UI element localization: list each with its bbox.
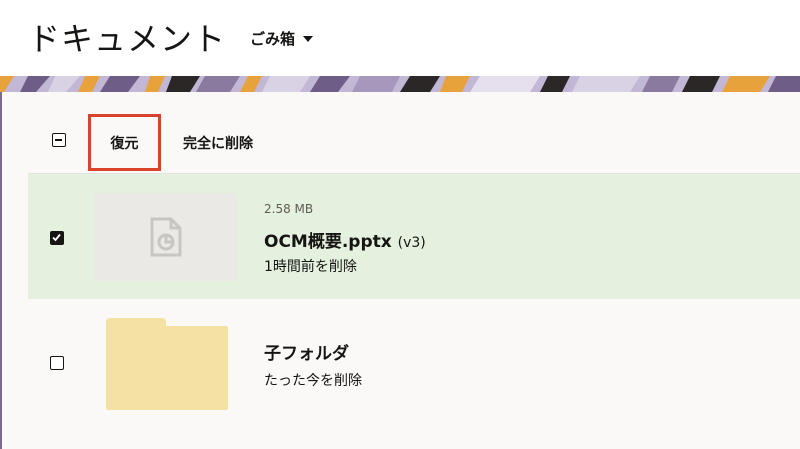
folder-selector[interactable]: ごみ箱 [250,28,314,49]
folder-icon [106,318,228,410]
restore-button[interactable]: 復元 [88,114,161,171]
file-version: (v3) [397,235,426,251]
file-name[interactable]: OCM概要.pptx [264,232,392,252]
select-all-checkbox[interactable] [52,133,66,147]
deleted-time: 1時間前を削除 [264,259,357,275]
presentation-file-icon [150,217,181,257]
file-size: 2.58 MB [264,202,314,216]
folder-thumbnail[interactable] [106,318,228,414]
banner-pattern [0,76,800,92]
delete-permanently-button[interactable]: 完全に削除 [183,114,253,171]
folder-selector-label: ごみ箱 [250,30,296,48]
folder-name[interactable]: 子フォルダ [264,339,349,364]
file-name-line[interactable]: OCM概要.pptx (v3) [264,227,426,252]
decorative-banner [0,76,800,92]
item-checkbox[interactable] [50,231,64,245]
file-thumbnail[interactable] [94,193,237,281]
item-checkbox[interactable] [50,356,64,370]
list-item[interactable]: 2.58 MB OCM概要.pptx (v3) 1時間前を削除 [28,174,800,299]
page-title: ドキュメント [28,20,227,58]
toolbar: 復元 完全に削除 [28,110,800,171]
chevron-down-icon [303,35,314,42]
page-header: ドキュメント ごみ箱 [0,0,800,76]
list-item[interactable]: 子フォルダ たった今を削除 [28,299,800,449]
check-icon [52,233,61,242]
deleted-time: たった今を削除 [264,373,362,389]
